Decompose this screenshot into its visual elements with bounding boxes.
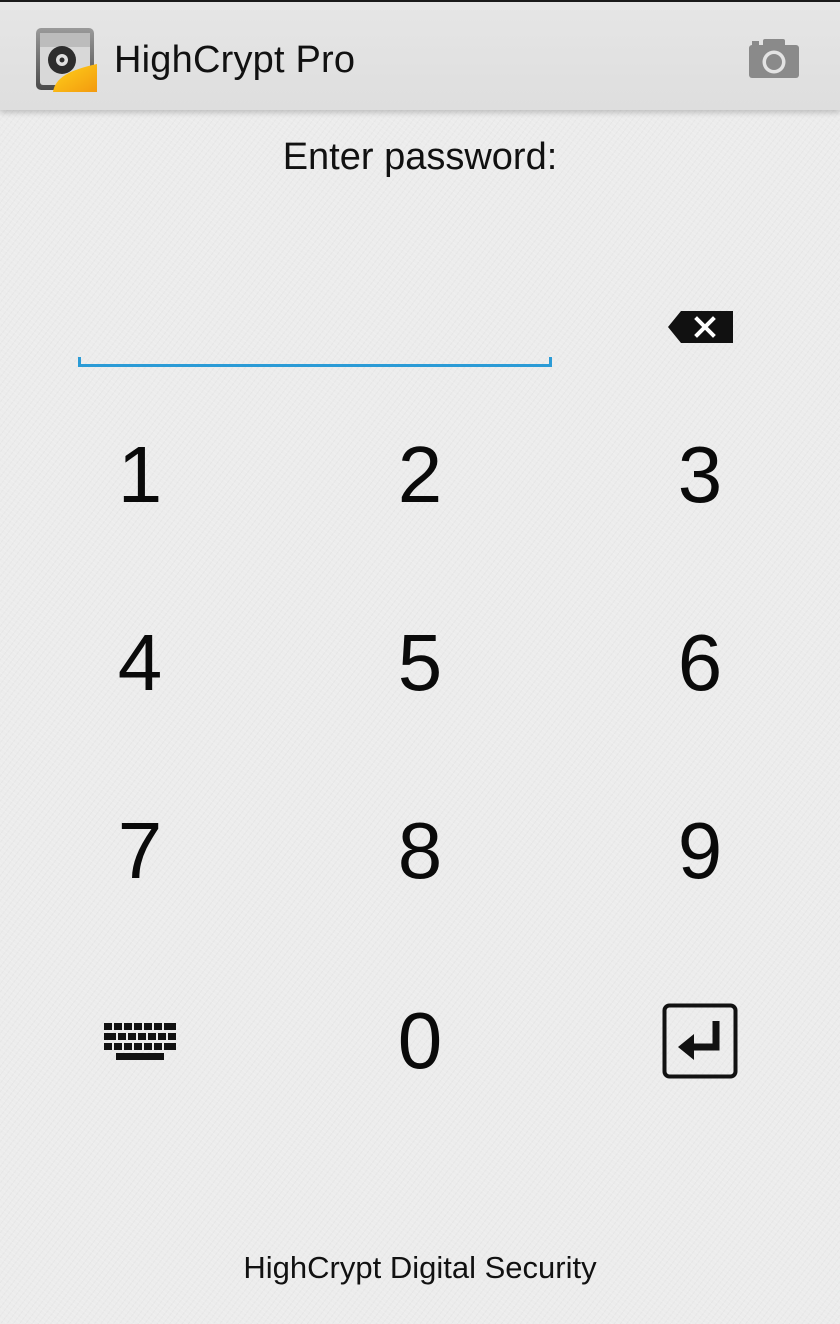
app-title: HighCrypt Pro <box>114 39 356 81</box>
action-bar: HighCrypt Pro <box>0 2 840 110</box>
password-input-underline <box>78 357 552 367</box>
backspace-button[interactable] <box>660 300 742 354</box>
enter-icon <box>662 1003 738 1079</box>
keypad-key-6[interactable]: 6 <box>600 588 800 738</box>
enter-button[interactable] <box>600 966 800 1116</box>
password-input[interactable] <box>78 298 552 368</box>
password-prompt: Enter password: <box>282 136 558 178</box>
keypad-key-5[interactable]: 5 <box>320 588 520 738</box>
keypad-key-9[interactable]: 9 <box>600 776 800 926</box>
keypad-key-8[interactable]: 8 <box>320 776 520 926</box>
keypad-key-0[interactable]: 0 <box>320 966 520 1116</box>
keypad-key-7[interactable]: 7 <box>40 776 240 926</box>
keypad-key-2[interactable]: 2 <box>320 400 520 550</box>
keypad-key-1[interactable]: 1 <box>40 400 240 550</box>
camera-icon <box>749 39 799 78</box>
footer-brand: HighCrypt Digital Security <box>243 1250 597 1285</box>
keypad-key-3[interactable]: 3 <box>600 400 800 550</box>
keyboard-icon <box>104 1023 176 1060</box>
camera-button[interactable] <box>742 32 806 86</box>
highcrypt-app-icon <box>35 26 97 92</box>
backspace-icon <box>668 311 733 343</box>
keypad-key-4[interactable]: 4 <box>40 588 240 738</box>
keyboard-toggle-button[interactable] <box>40 966 240 1116</box>
